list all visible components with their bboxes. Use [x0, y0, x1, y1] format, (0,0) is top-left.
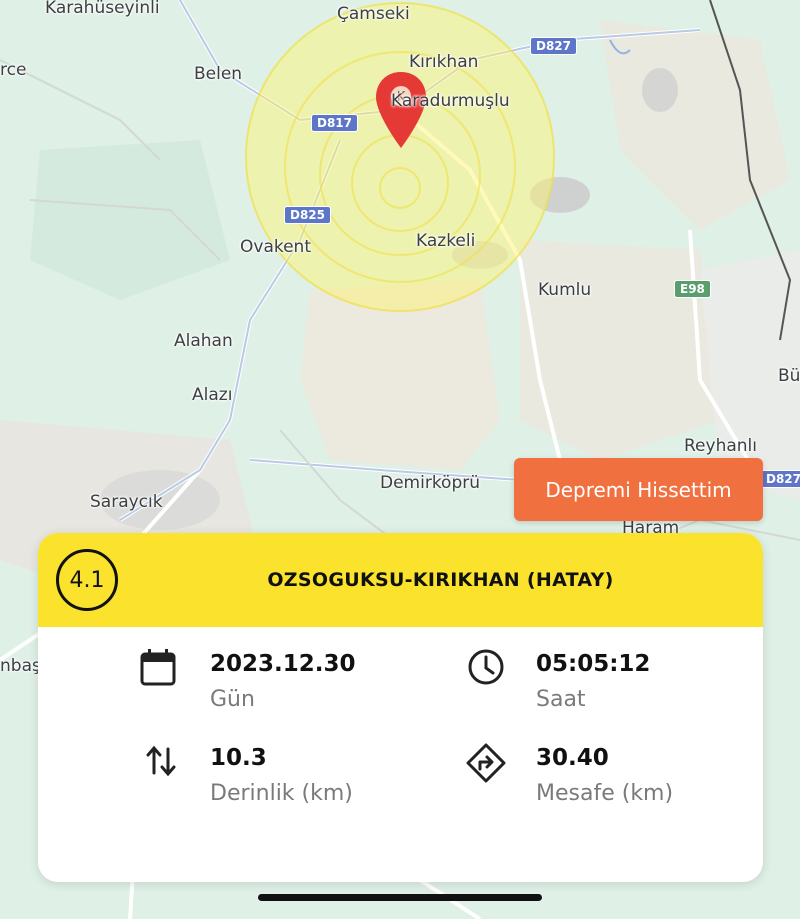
- place-label: Belen: [194, 64, 243, 84]
- place-label: Çamseki: [337, 4, 410, 24]
- distance-value: 30.40: [536, 745, 609, 771]
- earthquake-info-card: 4.1 OZSOGUKSU-KIRIKHAN (HATAY) 2023.12.3…: [38, 533, 763, 882]
- place-label: Reyhanlı: [684, 436, 757, 456]
- card-header: 4.1 OZSOGUKSU-KIRIKHAN (HATAY): [38, 533, 763, 627]
- place-label: Saraycık: [90, 492, 163, 512]
- place-label: Ovakent: [240, 237, 311, 257]
- magnitude-badge: 4.1: [56, 549, 118, 611]
- road-shield: E98: [674, 280, 711, 298]
- date-value: 2023.12.30: [210, 651, 356, 677]
- road-shield: D827: [530, 37, 578, 55]
- directions-icon: [466, 743, 506, 783]
- place-label: Demirköprü: [380, 473, 481, 493]
- road-shield: D825: [284, 206, 332, 224]
- place-label: Alahan: [174, 331, 233, 351]
- calendar-icon: [140, 649, 176, 686]
- place-label: Kazkeli: [416, 231, 476, 251]
- road-shield: D817: [311, 114, 359, 132]
- time-label: Saat: [536, 687, 586, 712]
- felt-earthquake-button[interactable]: Depremi Hissettim: [514, 458, 763, 521]
- clock-icon: [468, 649, 504, 685]
- time-value: 05:05:12: [536, 651, 651, 677]
- place-label: Kumlu: [538, 280, 592, 300]
- place-label: Bü: [778, 366, 800, 386]
- depth-value: 10.3: [210, 745, 267, 771]
- road-shield: D827: [760, 470, 800, 488]
- up-down-arrows-icon: [146, 745, 176, 777]
- depth-label: Derinlik (km): [210, 781, 353, 806]
- place-label: Kırıkhan: [409, 52, 479, 72]
- distance-label: Mesafe (km): [536, 781, 674, 806]
- place-label: Alazı: [192, 385, 233, 405]
- place-label: Karadurmuşlu: [391, 91, 510, 111]
- place-label: nbaş: [0, 656, 41, 676]
- place-label: rce: [0, 60, 27, 80]
- place-label: Karahüseyinli: [45, 0, 160, 18]
- location-title: OZSOGUKSU-KIRIKHAN (HATAY): [267, 569, 614, 591]
- date-label: Gün: [210, 687, 255, 712]
- home-indicator[interactable]: [258, 894, 542, 901]
